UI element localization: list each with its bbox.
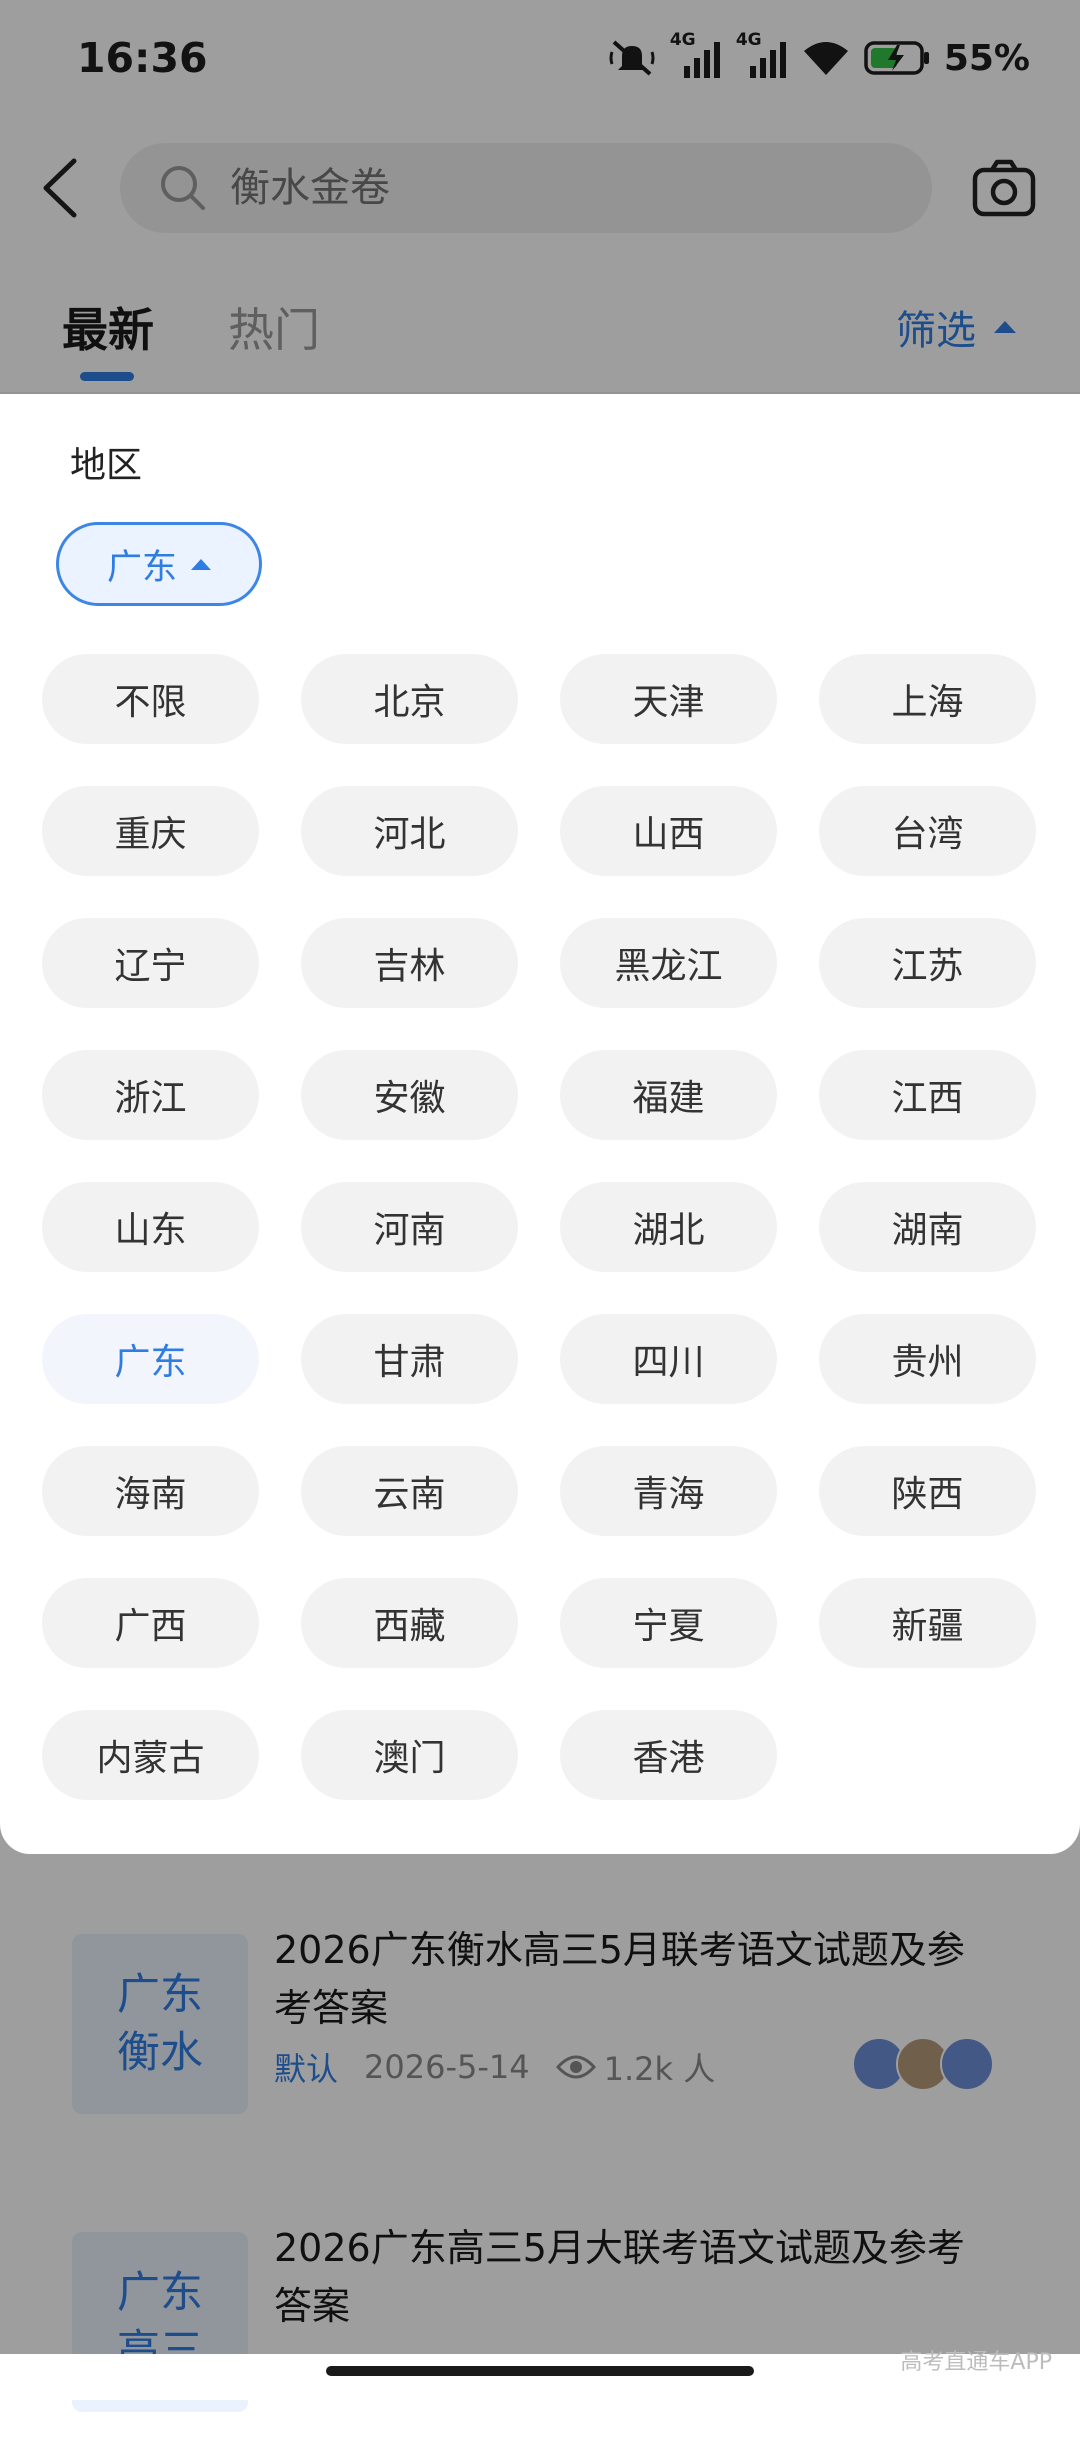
region-option[interactable]: 甘肃 [301,1314,518,1404]
region-option[interactable]: 安徽 [301,1050,518,1140]
region-option[interactable]: 西藏 [301,1578,518,1668]
filter-panel: 地区 广东 不限 北京 天津 上海重庆 河北 山西 台湾辽宁 吉林 黑龙江 江苏浙江 安徽 福建 江西山… [0,394,1080,1854]
region-option[interactable]: 四川 [560,1314,777,1404]
region-option[interactable]: 云南 [301,1446,518,1536]
home-indicator[interactable] [326,2366,754,2376]
region-title: 地区 [70,445,143,486]
region-option[interactable]: 青海 [560,1446,777,1536]
region-option[interactable]: 新疆 [819,1578,1036,1668]
region-option[interactable]: 江西 [819,1050,1036,1140]
region-option[interactable]: 天津 [560,654,777,744]
region-option[interactable]: 内蒙古 [42,1710,259,1800]
region-option[interactable]: 澳门 [301,1710,518,1800]
region-option[interactable]: 台湾 [819,786,1036,876]
region-option[interactable]: 河南 [301,1182,518,1272]
region-option[interactable]: 湖北 [560,1182,777,1272]
selected-region-chip[interactable]: 广东 [56,522,262,606]
region-option[interactable]: 山西 [560,786,777,876]
region-option[interactable]: 上海 [819,654,1036,744]
region-option[interactable]: 广东 [42,1314,259,1404]
region-option[interactable]: 江苏 [819,918,1036,1008]
region-option[interactable]: 宁夏 [560,1578,777,1668]
region-option[interactable]: 重庆 [42,786,259,876]
region-option[interactable]: 陕西 [819,1446,1036,1536]
region-option[interactable]: 广西 [42,1578,259,1668]
region-option[interactable]: 辽宁 [42,918,259,1008]
region-option[interactable]: 湖南 [819,1182,1036,1272]
region-option[interactable]: 黑龙江 [560,918,777,1008]
region-option[interactable]: 不限 [42,654,259,744]
region-option[interactable]: 贵州 [819,1314,1036,1404]
region-option[interactable]: 香港 [560,1710,777,1800]
caret-up-icon [191,558,211,570]
selected-region-label: 广东 [106,547,177,588]
watermark: 高考直通车APP [900,2350,1052,2375]
region-option[interactable]: 福建 [560,1050,777,1140]
region-option[interactable]: 吉林 [301,918,518,1008]
region-option[interactable]: 浙江 [42,1050,259,1140]
region-option[interactable]: 海南 [42,1446,259,1536]
region-option[interactable]: 北京 [301,654,518,744]
region-option[interactable]: 山东 [42,1182,259,1272]
region-options: 不限 北京 天津 上海重庆 河北 山西 台湾辽宁 吉林 黑龙江 江苏浙江 安徽 福建 江西山东 河南 湖北湖… [42,654,1042,1800]
region-option[interactable]: 河北 [301,786,518,876]
